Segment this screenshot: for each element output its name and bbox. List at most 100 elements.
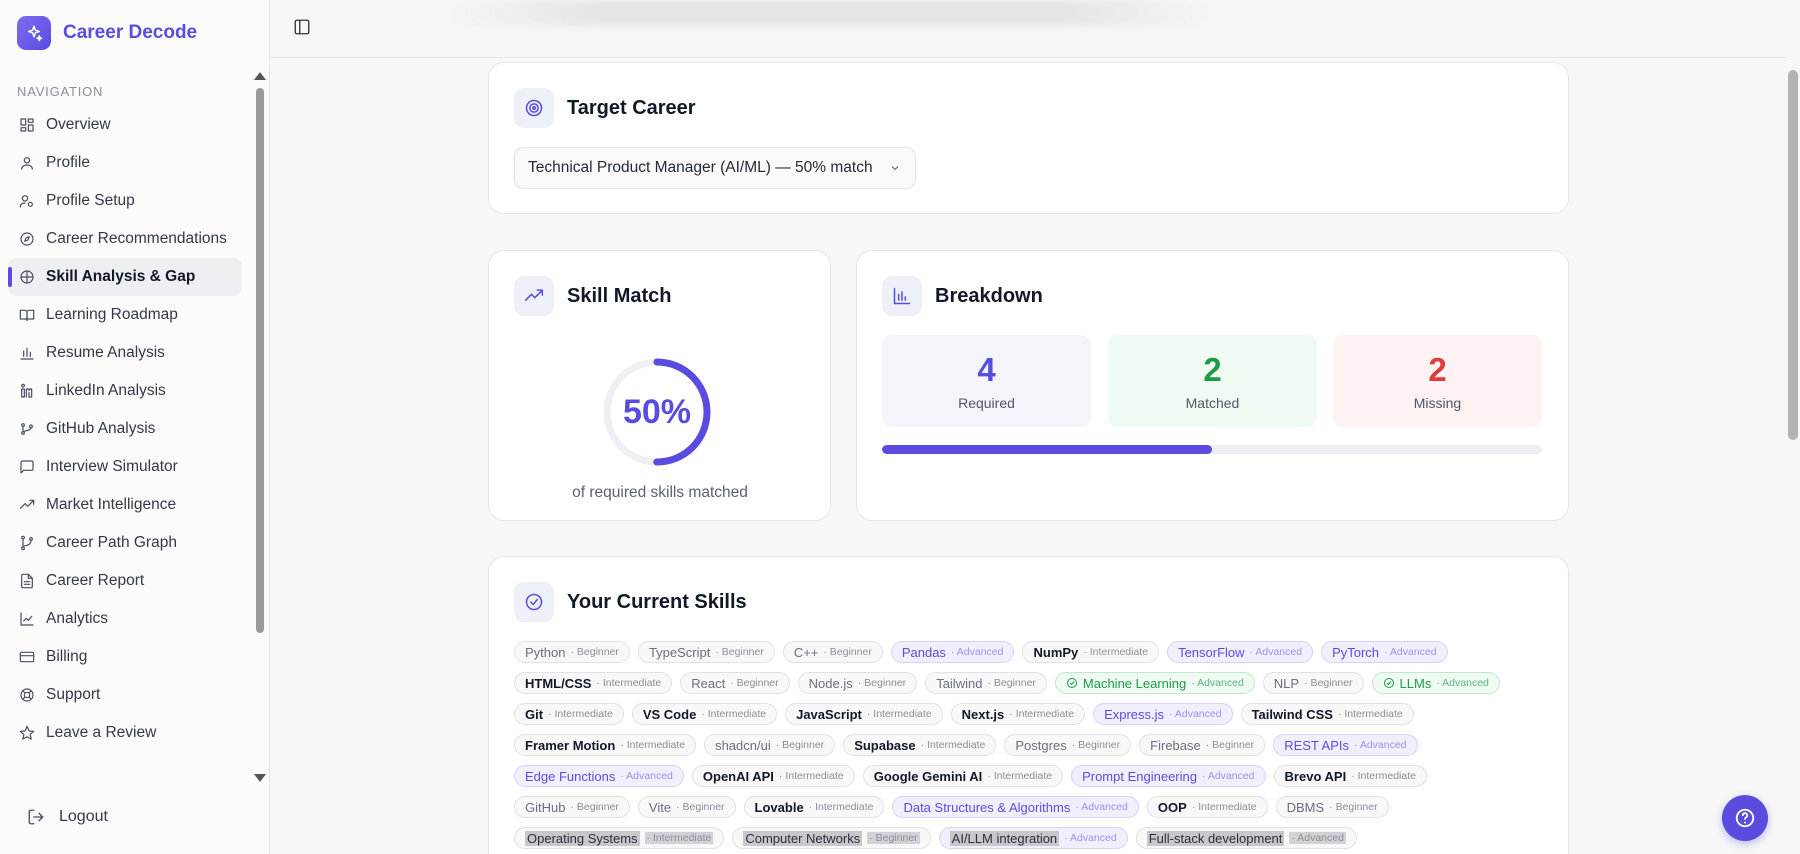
skill-chip: LLMs · Advanced xyxy=(1371,672,1500,694)
sidebar-item-resume-analysis[interactable]: Resume Analysis xyxy=(8,334,242,372)
stat-value: 2 xyxy=(1428,351,1447,388)
match-progress-bar xyxy=(882,445,1542,454)
skill-level: · Advanced xyxy=(1353,739,1407,751)
brand[interactable]: Career Decode xyxy=(17,16,197,50)
skill-level: · Intermediate xyxy=(701,708,767,720)
skill-level: · Advanced xyxy=(1249,646,1303,658)
skill-level: · Intermediate xyxy=(987,770,1053,782)
skill-level: · Intermediate xyxy=(620,739,686,751)
skill-chip: Postgres · Beginner xyxy=(1004,734,1132,756)
sidebar-scrollbar[interactable] xyxy=(254,72,266,782)
stat-label: Matched xyxy=(1185,395,1240,411)
skill-chip: Operating Systems · Intermediate xyxy=(514,827,725,849)
card-title: Breakdown xyxy=(935,284,1043,307)
skill-name: TypeScript xyxy=(648,644,711,660)
stat-matched: 2 Matched xyxy=(1108,335,1317,427)
skill-chip: shadcn/ui · Beginner xyxy=(704,734,836,756)
sidebar-item-career-report[interactable]: Career Report xyxy=(8,562,242,600)
skill-name: Lovable xyxy=(754,799,804,815)
scroll-down-arrow-icon[interactable] xyxy=(254,774,266,782)
skill-name: LLMs xyxy=(1399,675,1432,691)
sidebar-item-leave-review[interactable]: Leave a Review xyxy=(8,714,242,752)
skill-level: · Beginner xyxy=(715,646,764,658)
sidebar-item-career-recommendations[interactable]: Career Recommendations xyxy=(8,220,242,258)
sidebar-item-billing[interactable]: Billing xyxy=(8,638,242,676)
logout-icon xyxy=(28,809,44,825)
skill-level: · Advanced xyxy=(1384,646,1437,658)
stat-label: Required xyxy=(958,395,1015,411)
skill-name: NLP xyxy=(1273,675,1300,691)
skill-level: · Intermediate xyxy=(808,801,874,813)
sidebar-item-label: Leave a Review xyxy=(46,724,157,741)
main-scrollbar-thumb[interactable] xyxy=(1788,70,1798,440)
sidebar-item-profile-setup[interactable]: Profile Setup xyxy=(8,182,242,220)
skill-name: Supabase xyxy=(854,737,916,753)
sidebar-item-learning-roadmap[interactable]: Learning Roadmap xyxy=(8,296,242,334)
skill-chip: AI/LLM integration · Advanced xyxy=(938,827,1128,849)
skill-match-percent: 50% xyxy=(622,392,692,431)
skill-chip: Machine Learning · Advanced xyxy=(1054,672,1255,694)
skill-level: · Advanced xyxy=(1436,677,1489,689)
sidebar-item-label: Market Intelligence xyxy=(46,496,177,513)
sidebar-item-support[interactable]: Support xyxy=(8,676,242,714)
sidebar-item-profile[interactable]: Profile xyxy=(8,144,242,182)
skill-level: · Advanced xyxy=(1289,832,1346,844)
sidebar-item-analytics[interactable]: Analytics xyxy=(8,600,242,638)
blurred-header-region xyxy=(441,0,1221,26)
sidebar-item-linkedin-analysis[interactable]: LinkedIn Analysis xyxy=(8,372,242,410)
skill-level: · Beginner xyxy=(676,801,725,813)
sidebar-item-label: Profile Setup xyxy=(46,192,135,209)
skill-chip: Express.js · Advanced xyxy=(1093,703,1233,725)
skill-name: Operating Systems xyxy=(525,830,640,846)
stat-required: 4 Required xyxy=(882,335,1091,427)
help-icon xyxy=(1735,808,1755,828)
skill-name: OpenAI API xyxy=(702,768,774,784)
skill-chip: JavaScript · Intermediate xyxy=(785,703,943,725)
skill-level: · Intermediate xyxy=(644,832,714,844)
sidebar-item-market-intelligence[interactable]: Market Intelligence xyxy=(8,486,242,524)
logout-button[interactable]: Logout xyxy=(27,808,108,826)
sidebar-item-skill-analysis[interactable]: Skill Analysis & Gap xyxy=(8,258,242,296)
skill-chip: OpenAI API · Intermediate xyxy=(691,765,855,787)
skill-chip: Tailwind CSS · Intermediate xyxy=(1240,703,1414,725)
logout-label: Logout xyxy=(59,808,108,825)
line-chart-icon xyxy=(18,610,36,628)
skill-name: Prompt Engineering xyxy=(1082,768,1197,784)
skill-chip: Tailwind · Beginner xyxy=(925,672,1047,694)
skill-name: AI/LLM integration xyxy=(949,830,1060,846)
sidebar-item-interview-simulator[interactable]: Interview Simulator xyxy=(8,448,242,486)
sidebar-item-label: Profile xyxy=(46,154,90,171)
skill-match-caption: of required skills matched xyxy=(572,484,748,501)
sidebar-item-overview[interactable]: Overview xyxy=(8,106,242,144)
skill-name: OOP xyxy=(1157,799,1187,815)
skill-level: · Beginner xyxy=(1304,677,1353,689)
skill-chip: Full-stack development · Advanced xyxy=(1135,827,1357,849)
skill-name: Next.js xyxy=(961,706,1005,722)
skill-level: · Intermediate xyxy=(1083,646,1149,658)
card-header: Target Career xyxy=(514,88,696,128)
skill-name: PyTorch xyxy=(1332,644,1380,660)
card-header: Skill Match xyxy=(514,276,671,316)
skill-name: TensorFlow xyxy=(1178,644,1245,660)
scroll-thumb[interactable] xyxy=(256,88,264,633)
sidebar-item-github-analysis[interactable]: GitHub Analysis xyxy=(8,410,242,448)
help-button[interactable] xyxy=(1722,795,1768,841)
sidebar-item-career-path-graph[interactable]: Career Path Graph xyxy=(8,524,242,562)
sidebar-toggle-button[interactable] xyxy=(293,18,313,38)
skill-chip: Firebase · Beginner xyxy=(1139,734,1266,756)
card-title: Skill Match xyxy=(567,284,672,307)
scroll-up-arrow-icon[interactable] xyxy=(254,72,266,80)
stat-label: Missing xyxy=(1413,395,1462,411)
skill-name: Express.js xyxy=(1104,706,1165,722)
nav-section-title: NAVIGATION xyxy=(17,84,104,99)
skill-name: Google Gemini AI xyxy=(873,768,983,784)
skill-chip: Data Structures & Algorithms · Advanced xyxy=(892,796,1139,818)
target-icon xyxy=(514,88,554,128)
skill-level: · Beginner xyxy=(570,801,619,813)
skill-name: Framer Motion xyxy=(525,737,616,753)
sidebar-item-label: Career Path Graph xyxy=(46,534,177,551)
select-value: Technical Product Manager (AI/ML) — 50% … xyxy=(528,159,873,176)
sidebar-item-label: Support xyxy=(46,686,101,703)
skill-name: C++ xyxy=(793,644,819,660)
target-career-select[interactable]: Technical Product Manager (AI/ML) — 50% … xyxy=(514,147,916,189)
